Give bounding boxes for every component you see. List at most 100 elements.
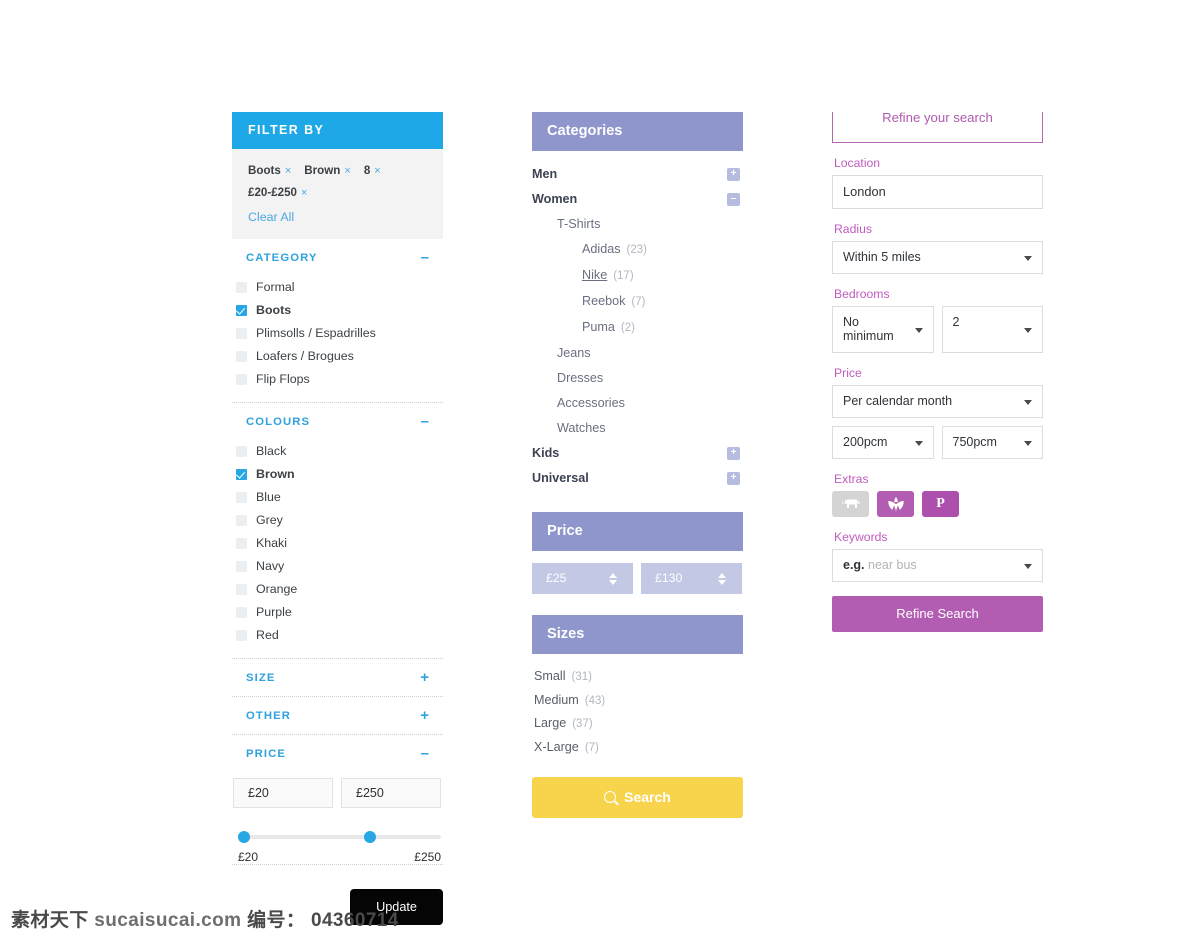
filter-section-header[interactable]: SIZE + bbox=[232, 659, 443, 696]
category-item-puma[interactable]: Puma (2) bbox=[532, 315, 743, 341]
keywords-placeholder-rest: near bus bbox=[868, 558, 917, 572]
filter-option[interactable]: Orange bbox=[232, 578, 443, 601]
filter-option[interactable]: Formal bbox=[232, 276, 443, 299]
category-item-adidas[interactable]: Adidas (23) bbox=[532, 237, 743, 263]
bedrooms-min-select[interactable]: No minimum bbox=[832, 306, 934, 353]
checkbox-checked-icon[interactable] bbox=[236, 469, 247, 480]
filter-option[interactable]: Navy bbox=[232, 555, 443, 578]
category-item-kids[interactable]: Kids + bbox=[532, 441, 743, 466]
filter-tag-remove-icon[interactable]: × bbox=[301, 187, 307, 199]
category-item-tshirts[interactable]: T-Shirts bbox=[532, 212, 743, 237]
collapse-toggle-icon[interactable]: – bbox=[421, 250, 429, 265]
category-item-dresses[interactable]: Dresses bbox=[532, 366, 743, 391]
slider-track[interactable] bbox=[238, 835, 441, 839]
category-item-women[interactable]: Women – bbox=[532, 187, 743, 212]
filter-section-header[interactable]: COLOURS – bbox=[232, 403, 443, 440]
expand-toggle-icon[interactable]: + bbox=[420, 708, 429, 723]
checkbox-icon[interactable] bbox=[236, 561, 247, 572]
filter-option[interactable]: Plimsolls / Espadrilles bbox=[232, 322, 443, 345]
price-max-select[interactable]: 750pcm bbox=[941, 426, 1043, 459]
checkbox-icon[interactable] bbox=[236, 515, 247, 526]
checkbox-icon[interactable] bbox=[236, 584, 247, 595]
category-item-universal[interactable]: Universal + bbox=[532, 466, 743, 491]
price-range-slider[interactable] bbox=[238, 830, 441, 843]
price-min-select[interactable]: 200pcm bbox=[832, 426, 934, 459]
checkbox-icon[interactable] bbox=[236, 492, 247, 503]
stepper-arrows-icon[interactable] bbox=[609, 572, 617, 585]
extra-pets-button[interactable] bbox=[832, 491, 869, 517]
size-item-small[interactable]: Small (31) bbox=[534, 665, 743, 689]
size-item-xlarge[interactable]: X-Large (7) bbox=[534, 736, 743, 760]
keywords-input[interactable]: e.g. near bus bbox=[832, 549, 1043, 582]
category-item-reebok[interactable]: Reebok (7) bbox=[532, 289, 743, 315]
category-item-nike[interactable]: Nike (17) bbox=[532, 263, 743, 289]
price-period-select[interactable]: Per calendar month bbox=[832, 385, 1043, 418]
filter-option[interactable]: Brown bbox=[232, 463, 443, 486]
filter-option[interactable]: Loafers / Brogues bbox=[232, 345, 443, 368]
category-item-men[interactable]: Men + bbox=[532, 162, 743, 187]
checkbox-icon[interactable] bbox=[236, 374, 247, 385]
filter-tag-remove-icon[interactable]: × bbox=[374, 165, 380, 177]
checkbox-icon[interactable] bbox=[236, 607, 247, 618]
category-item-watches[interactable]: Watches bbox=[532, 416, 743, 441]
category-count: (2) bbox=[620, 322, 635, 334]
filter-option-label: Loafers / Brogues bbox=[256, 349, 354, 363]
extra-parking-button[interactable]: P bbox=[922, 491, 959, 517]
checkbox-icon[interactable] bbox=[236, 282, 247, 293]
filter-option[interactable]: Purple bbox=[232, 601, 443, 624]
size-item-medium[interactable]: Medium (43) bbox=[534, 689, 743, 713]
filter-section-title: CATEGORY bbox=[246, 252, 318, 264]
filter-option-label: Grey bbox=[256, 513, 283, 527]
category-label: Kids bbox=[532, 446, 560, 460]
filter-option[interactable]: Red bbox=[232, 624, 443, 647]
slider-handle-min[interactable] bbox=[238, 830, 250, 843]
expand-toggle-icon[interactable]: + bbox=[420, 670, 429, 685]
filter-section-header[interactable]: CATEGORY – bbox=[232, 239, 443, 276]
bedrooms-min-value: No minimum bbox=[843, 315, 894, 343]
collapse-toggle-icon[interactable]: – bbox=[727, 193, 740, 206]
filter-option[interactable]: Grey bbox=[232, 509, 443, 532]
expand-toggle-icon[interactable]: + bbox=[727, 472, 740, 485]
expand-toggle-icon[interactable]: + bbox=[727, 168, 740, 181]
filter-section-header[interactable]: PRICE – bbox=[232, 735, 443, 772]
checkbox-checked-icon[interactable] bbox=[236, 305, 247, 316]
filter-option-list: Black Brown Blue Grey Khaki Navy Orange … bbox=[232, 440, 443, 658]
search-button[interactable]: Search bbox=[532, 777, 743, 818]
filter-section-header[interactable]: OTHER + bbox=[232, 697, 443, 734]
bedrooms-label: Bedrooms bbox=[834, 287, 890, 301]
extra-garden-button[interactable] bbox=[877, 491, 914, 517]
filter-option[interactable]: Black bbox=[232, 440, 443, 463]
price-min-stepper[interactable]: £25 bbox=[532, 563, 633, 594]
checkbox-icon[interactable] bbox=[236, 328, 247, 339]
refine-search-button[interactable]: Refine Search bbox=[832, 596, 1043, 632]
expand-toggle-icon[interactable]: + bbox=[727, 447, 740, 460]
filter-tag-remove-icon[interactable]: × bbox=[344, 165, 350, 177]
collapse-toggle-icon[interactable]: – bbox=[421, 414, 429, 429]
filter-tag-remove-icon[interactable]: × bbox=[285, 165, 291, 177]
slider-handle-max[interactable] bbox=[363, 830, 376, 843]
category-count: (7) bbox=[631, 296, 646, 308]
filter-option[interactable]: Blue bbox=[232, 486, 443, 509]
checkbox-icon[interactable] bbox=[236, 538, 247, 549]
price-min-input[interactable] bbox=[233, 778, 333, 808]
filter-option[interactable]: Flip Flops bbox=[232, 368, 443, 391]
filter-option[interactable]: Khaki bbox=[232, 532, 443, 555]
collapse-toggle-icon[interactable]: – bbox=[421, 746, 429, 761]
location-input[interactable] bbox=[832, 175, 1043, 209]
category-label-text: Reebok bbox=[582, 294, 626, 308]
bedrooms-max-select[interactable]: 2 bbox=[941, 306, 1043, 353]
stepper-arrows-icon[interactable] bbox=[718, 572, 726, 585]
category-item-jeans[interactable]: Jeans bbox=[532, 341, 743, 366]
price-max-stepper[interactable]: £130 bbox=[641, 563, 742, 594]
size-item-large[interactable]: Large (37) bbox=[534, 712, 743, 736]
price-max-input[interactable] bbox=[341, 778, 441, 808]
checkbox-icon[interactable] bbox=[236, 630, 247, 641]
checkbox-icon[interactable] bbox=[236, 351, 247, 362]
radius-select[interactable]: Within 5 miles bbox=[832, 241, 1043, 274]
chevron-down-icon bbox=[1024, 327, 1032, 333]
filter-option[interactable]: Boots bbox=[232, 299, 443, 322]
clear-all-link[interactable]: Clear All bbox=[248, 210, 294, 224]
checkbox-icon[interactable] bbox=[236, 446, 247, 457]
category-item-accessories[interactable]: Accessories bbox=[532, 391, 743, 416]
size-count: (43) bbox=[584, 694, 606, 707]
